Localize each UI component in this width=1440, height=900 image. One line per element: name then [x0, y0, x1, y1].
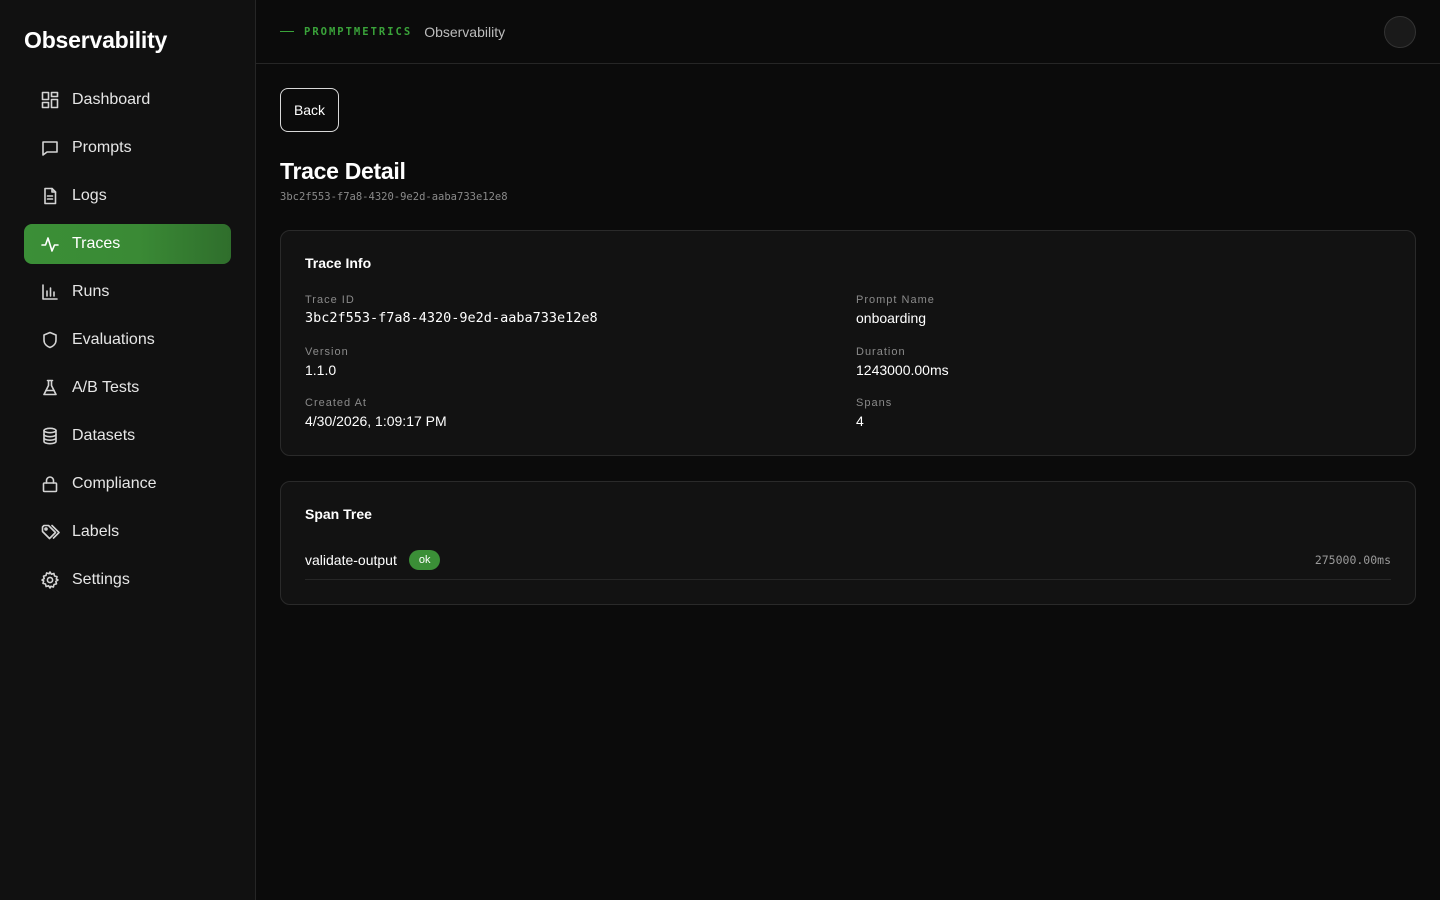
spans-field: Spans 4	[856, 397, 892, 429]
sidebar-nav: Dashboard Prompts Logs Traces Runs Evalu…	[24, 80, 231, 608]
dashboard-icon	[40, 90, 60, 110]
sidebar-item-label: Datasets	[72, 427, 136, 444]
flask-icon	[40, 378, 60, 398]
tags-icon	[40, 522, 60, 542]
field-value: 1.1.0	[305, 362, 337, 378]
sidebar-item-label: Runs	[72, 283, 110, 300]
field-value: 4	[856, 413, 864, 429]
sidebar-item-label: Evaluations	[72, 331, 155, 348]
created-at-field: Created At 4/30/2026, 1:09:17 PM	[305, 397, 447, 429]
top-bar: PROMPTMETRICS Observability	[256, 0, 1440, 64]
sidebar: Observability Dashboard Prompts Logs Tra…	[0, 0, 256, 900]
database-icon	[40, 426, 60, 446]
shield-icon	[40, 330, 60, 350]
field-label: Spans	[856, 397, 893, 409]
page-subtitle: 3bc2f553-f7a8-4320-9e2d-aaba733e12e8	[280, 191, 508, 203]
app-title: Observability	[24, 27, 168, 53]
sidebar-item-label: Dashboard	[72, 91, 151, 108]
status-badge: ok	[408, 550, 441, 570]
sidebar-item-settings[interactable]: Settings	[24, 560, 231, 600]
sidebar-item-runs[interactable]: Runs	[24, 272, 231, 312]
sidebar-item-ab-tests[interactable]: A/B Tests	[24, 368, 231, 408]
breadcrumb-section: Observability	[424, 23, 506, 40]
span-tree-card: Span Tree validate-output ok 275000.00ms	[280, 481, 1416, 605]
span-duration: 275000.00ms	[1314, 553, 1391, 567]
activity-pulse-icon	[40, 234, 60, 254]
bar-chart-icon	[40, 282, 60, 302]
sidebar-item-label: Labels	[72, 523, 120, 540]
sidebar-item-dashboard[interactable]: Dashboard	[24, 80, 231, 120]
field-value: 4/30/2026, 1:09:17 PM	[305, 413, 447, 429]
field-value: 3bc2f553-f7a8-4320-9e2d-aaba733e12e8	[305, 310, 598, 326]
version-field: Version 1.1.0	[305, 346, 349, 378]
sidebar-item-label: Logs	[72, 187, 107, 204]
field-label: Prompt Name	[856, 294, 935, 306]
sidebar-item-prompts[interactable]: Prompts	[24, 128, 231, 168]
avatar[interactable]	[1384, 16, 1416, 48]
sidebar-item-label: A/B Tests	[72, 379, 140, 396]
sidebar-item-datasets[interactable]: Datasets	[24, 416, 231, 456]
trace-info-card: Trace Info Trace ID 3bc2f553-f7a8-4320-9…	[280, 230, 1416, 456]
span-row[interactable]: validate-output ok 275000.00ms	[305, 550, 1391, 580]
field-label: Created At	[305, 397, 367, 409]
org-name: PROMPTMETRICS	[304, 25, 413, 38]
duration-field: Duration 1243000.00ms	[856, 346, 949, 378]
field-label: Version	[305, 346, 349, 358]
card-title: Span Tree	[305, 506, 372, 522]
page-title: Trace Detail	[280, 158, 406, 184]
card-title: Trace Info	[305, 255, 372, 271]
span-name: validate-output	[305, 552, 397, 568]
prompt-name-field: Prompt Name onboarding	[856, 294, 935, 326]
sidebar-item-label: Prompts	[72, 139, 132, 156]
gear-icon	[40, 570, 60, 590]
field-label: Trace ID	[305, 294, 355, 306]
document-icon	[40, 186, 60, 206]
sidebar-item-evaluations[interactable]: Evaluations	[24, 320, 231, 360]
trace-id-field: Trace ID 3bc2f553-f7a8-4320-9e2d-aaba733…	[305, 294, 598, 326]
field-value: 1243000.00ms	[856, 362, 949, 378]
sidebar-item-labels[interactable]: Labels	[24, 512, 231, 552]
lock-icon	[40, 474, 60, 494]
sidebar-item-traces[interactable]: Traces	[24, 224, 231, 264]
sidebar-item-label: Settings	[72, 571, 130, 588]
sidebar-item-label: Traces	[72, 235, 121, 252]
back-button[interactable]: Back	[280, 88, 339, 132]
field-label: Duration	[856, 346, 906, 358]
field-value: onboarding	[856, 310, 927, 326]
sidebar-item-label: Compliance	[72, 475, 157, 492]
chat-bubble-icon	[40, 138, 60, 158]
sidebar-item-compliance[interactable]: Compliance	[24, 464, 231, 504]
sidebar-item-logs[interactable]: Logs	[24, 176, 231, 216]
brand-dash	[280, 31, 294, 32]
